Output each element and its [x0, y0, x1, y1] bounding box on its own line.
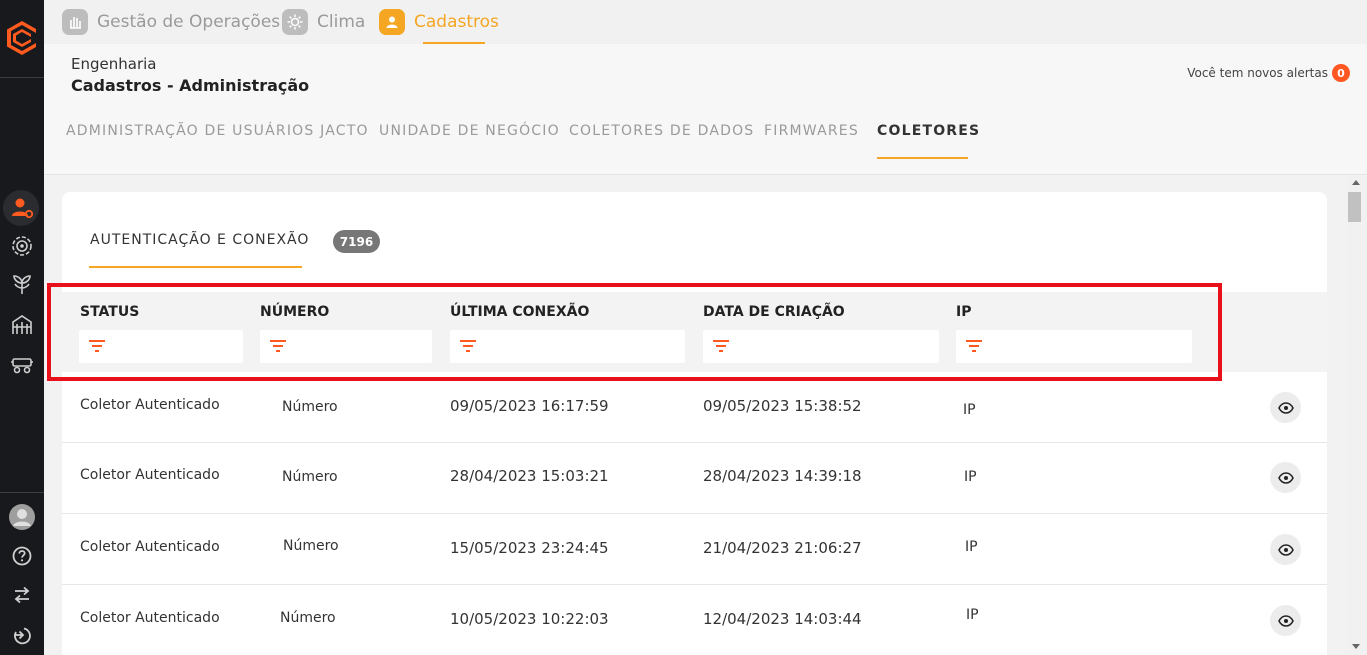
- cell-numero: Número: [282, 469, 338, 485]
- cell-data-criacao: 09/05/2023 15:38:52: [703, 397, 862, 415]
- scroll-thumb[interactable]: [1348, 192, 1361, 222]
- scroll-down-arrow[interactable]: [1352, 644, 1360, 649]
- table-row[interactable]: Coletor Autenticado Número 10/05/2023 10…: [62, 585, 1327, 655]
- rail-divider: [0, 492, 44, 493]
- cell-numero: Número: [283, 538, 339, 554]
- highlight-box: [47, 283, 1222, 381]
- tab-administracao-usuarios[interactable]: ADMINISTRAÇÃO DE USUÁRIOS JACTO: [66, 123, 369, 139]
- cell-numero: Número: [280, 610, 336, 626]
- user-settings-icon[interactable]: [7, 193, 37, 223]
- cell-data-criacao: 12/04/2023 14:03:44: [703, 610, 862, 628]
- cell-status: Coletor Autenticado: [80, 610, 220, 626]
- cell-numero: Número: [282, 399, 338, 415]
- help-icon[interactable]: [7, 541, 37, 571]
- tractor-icon[interactable]: [7, 349, 37, 379]
- cell-ultima-conexao: 09/05/2023 16:17:59: [450, 397, 609, 415]
- cell-ip: IP: [964, 469, 977, 485]
- user-icon: [379, 9, 405, 35]
- module-label: Cadastros: [414, 12, 499, 32]
- tab-coletores-dados[interactable]: COLETORES DE DADOS: [569, 123, 754, 139]
- tab-firmwares[interactable]: FIRMWARES: [764, 123, 859, 139]
- cell-status: Coletor Autenticado: [80, 397, 220, 413]
- plant-icon[interactable]: [7, 270, 37, 300]
- module-bar: Gestão de Operações Clima Cadastros: [44, 0, 1367, 44]
- cell-ultima-conexao: 10/05/2023 10:22:03: [450, 610, 609, 628]
- table-row[interactable]: Coletor Autenticado Número 09/05/2023 16…: [62, 372, 1327, 443]
- table-card: AUTENTICAÇÃO E CONEXÃO 7196 STATUS NÚMER…: [62, 192, 1327, 655]
- silo-icon[interactable]: [7, 310, 37, 340]
- subtab-active-underline: [89, 266, 302, 268]
- eye-icon: [1277, 401, 1294, 414]
- cell-data-criacao: 21/04/2023 21:06:27: [703, 539, 862, 557]
- hand-icon: [62, 9, 88, 35]
- cell-ultima-conexao: 15/05/2023 23:24:45: [450, 539, 609, 557]
- tab-coletores[interactable]: COLETORES: [877, 123, 980, 139]
- vertical-scrollbar[interactable]: [1346, 176, 1367, 655]
- module-clima[interactable]: Clima: [282, 8, 365, 36]
- swap-icon[interactable]: [7, 580, 37, 610]
- count-badge: 7196: [333, 230, 380, 253]
- eye-icon: [1277, 471, 1294, 484]
- cell-status: Coletor Autenticado: [80, 467, 220, 483]
- eye-icon: [1277, 543, 1294, 556]
- cell-ip: IP: [965, 539, 978, 555]
- content-area: AUTENTICAÇÃO E CONEXÃO 7196 STATUS NÚMER…: [44, 176, 1346, 655]
- logo-icon[interactable]: [4, 18, 40, 58]
- rail-divider: [0, 77, 44, 78]
- module-label: Clima: [317, 12, 366, 32]
- cell-data-criacao: 28/04/2023 14:39:18: [703, 467, 862, 485]
- table-row[interactable]: Coletor Autenticado Número 28/04/2023 15…: [62, 443, 1327, 514]
- page-title: Cadastros - Administração: [71, 76, 310, 95]
- module-cadastros[interactable]: Cadastros: [379, 8, 499, 36]
- page-header: Engenharia Cadastros - Administração Voc…: [44, 44, 1367, 175]
- cell-ip: IP: [966, 607, 979, 623]
- view-button[interactable]: [1270, 392, 1301, 423]
- target-icon[interactable]: [7, 231, 37, 261]
- cell-ip: IP: [963, 402, 976, 418]
- sun-icon: [282, 9, 308, 35]
- module-label: Gestão de Operações: [97, 12, 281, 32]
- view-button[interactable]: [1270, 462, 1301, 493]
- scroll-up-arrow[interactable]: [1352, 180, 1360, 185]
- tab-active-underline: [877, 157, 968, 159]
- table-row[interactable]: Coletor Autenticado Número 15/05/2023 23…: [62, 514, 1327, 585]
- eye-icon: [1277, 614, 1294, 627]
- view-button[interactable]: [1270, 534, 1301, 565]
- left-rail: [0, 0, 44, 655]
- alerts-text: Você tem novos alertas: [1187, 66, 1328, 80]
- alerts-notice[interactable]: Você tem novos alertas 0: [1187, 64, 1350, 82]
- view-button[interactable]: [1270, 605, 1301, 636]
- tab-unidade-negocio[interactable]: UNIDADE DE NEGÓCIO: [379, 123, 560, 139]
- alerts-count-badge: 0: [1332, 64, 1350, 82]
- cell-status: Coletor Autenticado: [80, 539, 220, 555]
- breadcrumb-section: Engenharia: [71, 55, 157, 73]
- logout-icon[interactable]: [7, 620, 37, 650]
- avatar[interactable]: [7, 502, 37, 532]
- module-gestao-operacoes[interactable]: Gestão de Operações: [62, 8, 280, 36]
- cell-ultima-conexao: 28/04/2023 15:03:21: [450, 467, 609, 485]
- subtab-autenticacao-conexao[interactable]: AUTENTICAÇÃO E CONEXÃO: [90, 232, 309, 248]
